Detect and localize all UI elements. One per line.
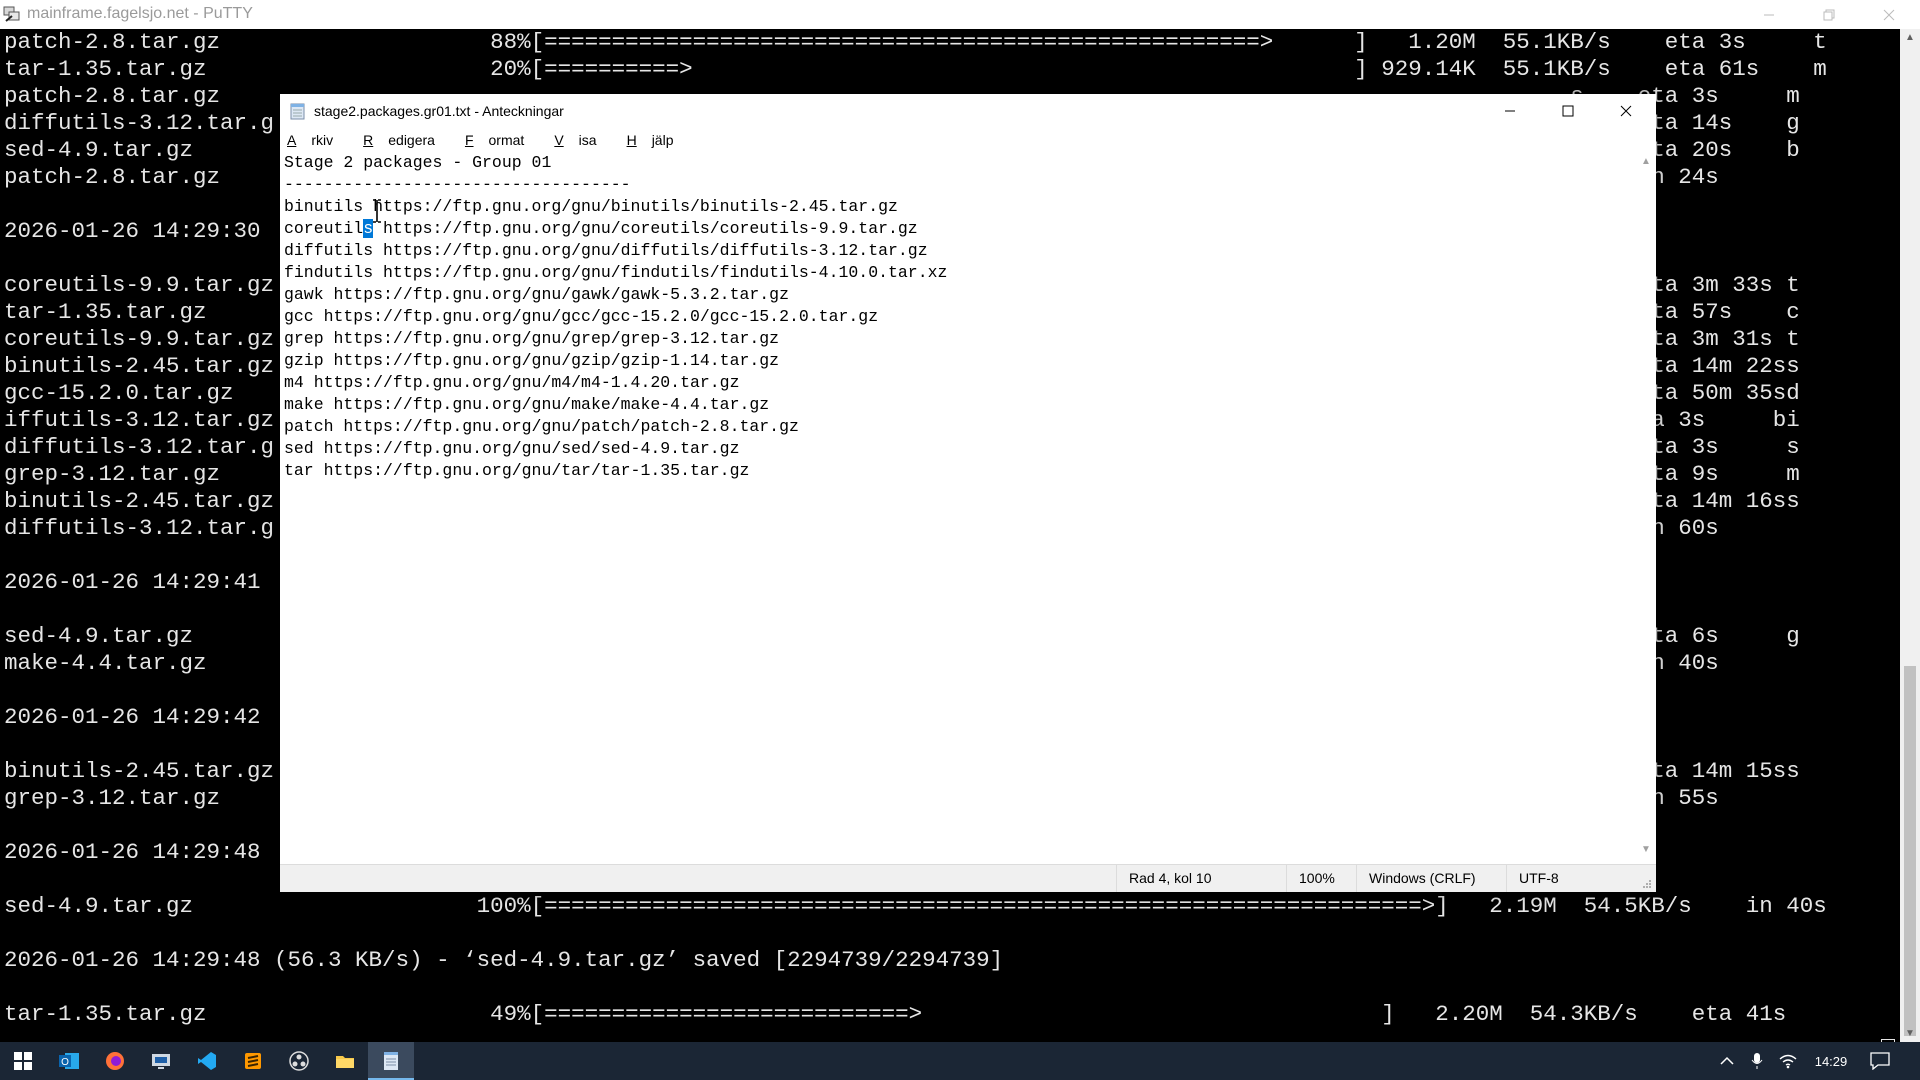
restore-icon bbox=[1823, 9, 1835, 20]
status-line-ending: Windows (CRLF) bbox=[1356, 865, 1506, 892]
text-before-selection: coreutil bbox=[284, 219, 364, 238]
scroll-up-icon[interactable]: ▲ bbox=[1900, 29, 1920, 46]
scrollbar-thumb[interactable] bbox=[1904, 666, 1916, 1036]
microphone-icon bbox=[1751, 1053, 1763, 1069]
text-line: grep https://ftp.gnu.org/gnu/grep/grep-3… bbox=[284, 329, 780, 348]
outlook-icon: O bbox=[59, 1053, 79, 1069]
wifi-icon bbox=[1779, 1054, 1797, 1069]
terminal-line: 2026-01-26 14:29:48 (56.3 KB/s) - ‘sed-4… bbox=[4, 947, 1004, 973]
minimize-icon bbox=[1764, 14, 1774, 15]
file-explorer-icon bbox=[336, 1056, 354, 1068]
terminal-line: tar-1.35.tar.gz 49%[====================… bbox=[4, 1001, 1787, 1027]
text-line: sed https://ftp.gnu.org/gnu/sed/sed-4.9.… bbox=[284, 439, 740, 458]
text-line: findutils https://ftp.gnu.org/gnu/findut… bbox=[284, 263, 948, 282]
text-line: gcc https://ftp.gnu.org/gnu/gcc/gcc-15.2… bbox=[284, 307, 879, 326]
sublime-icon bbox=[245, 1053, 261, 1069]
notepad-titlebar: stage2.packages.gr01.txt - Anteckningar bbox=[280, 94, 1656, 128]
firefox-icon bbox=[106, 1052, 124, 1070]
svg-text:O: O bbox=[61, 1057, 69, 1068]
menu-redigera[interactable]: Redigera bbox=[361, 132, 449, 148]
terminal-line: tar-1.35.tar.gz 20%[==========> ] 929.14… bbox=[4, 56, 1827, 82]
tray-network[interactable] bbox=[1775, 1042, 1801, 1080]
tray-notifications[interactable] bbox=[1860, 1042, 1900, 1080]
taskbar-firefox[interactable] bbox=[92, 1042, 138, 1080]
tray-microphone[interactable] bbox=[1745, 1042, 1769, 1080]
text-line: m4 https://ftp.gnu.org/gnu/m4/m4-1.4.20.… bbox=[284, 373, 740, 392]
notepad-text-area[interactable]: Stage 2 packages - Group 01 -------------… bbox=[280, 152, 1636, 858]
putty-window-title: mainframe.fagelsjo.net - PuTTY bbox=[27, 5, 253, 22]
text-cursor-icon bbox=[373, 199, 381, 223]
terminal-line: sed-4.9.tar.gz 100%[====================… bbox=[4, 893, 1827, 919]
close-icon bbox=[1883, 9, 1895, 20]
text-after-selection: https://ftp.gnu.org/gnu/coreutils/coreut… bbox=[373, 219, 918, 238]
taskbar-obs[interactable] bbox=[276, 1042, 322, 1080]
text-line: patch https://ftp.gnu.org/gnu/patch/patc… bbox=[284, 417, 799, 436]
text-line: tar https://ftp.gnu.org/gnu/tar/tar-1.35… bbox=[284, 461, 750, 480]
text-line: gzip https://ftp.gnu.org/gnu/gzip/gzip-1… bbox=[284, 351, 780, 370]
obs-icon bbox=[289, 1051, 309, 1071]
scroll-down-icon[interactable]: ▼ bbox=[1636, 840, 1656, 858]
status-encoding: UTF-8 bbox=[1506, 865, 1636, 892]
taskbar-notepad[interactable] bbox=[368, 1042, 414, 1080]
taskbar-sublime[interactable] bbox=[230, 1042, 276, 1080]
notepad-icon bbox=[290, 103, 305, 120]
close-icon bbox=[1620, 105, 1632, 117]
menu-visa[interactable]: Visa bbox=[552, 132, 610, 148]
text-line: make https://ftp.gnu.org/gnu/make/make-4… bbox=[284, 395, 770, 414]
notepad-menubar: Arkiv Redigera Format Visa Hjälp bbox=[280, 128, 1656, 152]
notepad-window-title: stage2.packages.gr01.txt - Anteckningar bbox=[314, 103, 564, 119]
minimize-icon bbox=[1505, 110, 1515, 112]
text-line: diffutils https://ftp.gnu.org/gnu/diffut… bbox=[284, 241, 928, 260]
start-icon bbox=[14, 1052, 32, 1070]
notepad-minimize-button[interactable] bbox=[1481, 94, 1539, 128]
notepad-window: stage2.packages.gr01.txt - Anteckningar … bbox=[280, 94, 1656, 892]
taskbar-outlook[interactable]: O bbox=[46, 1042, 92, 1080]
menu-hjalp[interactable]: Hjälp bbox=[625, 132, 688, 148]
menu-format[interactable]: Format bbox=[463, 132, 538, 148]
resize-grip-icon[interactable] bbox=[1642, 879, 1652, 889]
terminal-line: patch-2.8.tar.gz 88%[===================… bbox=[4, 29, 1827, 55]
putty-titlebar: mainframe.fagelsjo.net - PuTTY bbox=[0, 0, 1920, 29]
taskbar-file-explorer[interactable] bbox=[322, 1042, 368, 1080]
status-cursor-position: Rad 4, kol 10 bbox=[1116, 865, 1286, 892]
notepad-icon bbox=[384, 1052, 398, 1070]
scroll-down-icon[interactable]: ▼ bbox=[1900, 1025, 1920, 1042]
text-line: gawk https://ftp.gnu.org/gnu/gawk/gawk-5… bbox=[284, 285, 789, 304]
rdp-icon bbox=[152, 1054, 170, 1069]
terminal-line: 2026-01-26 14:29:48 bbox=[4, 839, 261, 865]
status-zoom: 100% bbox=[1286, 865, 1356, 892]
putty-icon bbox=[3, 6, 20, 22]
chevron-up-icon bbox=[1720, 1056, 1734, 1065]
terminal-line: 2026-01-26 14:29:30 bbox=[4, 218, 261, 244]
vscode-icon bbox=[198, 1052, 216, 1070]
windows-taskbar: O 14:29 bbox=[0, 1042, 1920, 1080]
menu-arkiv[interactable]: Arkiv bbox=[285, 132, 347, 148]
taskbar-vscode[interactable] bbox=[184, 1042, 230, 1080]
notification-icon bbox=[1870, 1052, 1890, 1070]
scroll-up-icon[interactable]: ▲ bbox=[1636, 152, 1656, 170]
tray-show-hidden-icons[interactable] bbox=[1715, 1042, 1739, 1080]
start-button[interactable] bbox=[0, 1042, 46, 1080]
taskbar-remote-desktop[interactable] bbox=[138, 1042, 184, 1080]
notepad-maximize-button[interactable] bbox=[1539, 94, 1597, 128]
putty-close-button[interactable] bbox=[1866, 0, 1912, 29]
text-line: Stage 2 packages - Group 01 bbox=[284, 153, 552, 172]
putty-restore-button[interactable] bbox=[1806, 0, 1852, 29]
notepad-scrollbar[interactable]: ▲ ▼ bbox=[1636, 152, 1656, 858]
terminal-line: 2026-01-26 14:29:41 bbox=[4, 569, 261, 595]
tray-clock[interactable]: 14:29 bbox=[1806, 1042, 1856, 1080]
text-line: ----------------------------------- bbox=[284, 175, 631, 194]
notepad-close-button[interactable] bbox=[1597, 94, 1655, 128]
putty-minimize-button[interactable] bbox=[1746, 0, 1792, 29]
putty-scrollbar[interactable]: ▲ ▼ bbox=[1900, 29, 1920, 1042]
terminal-line: 2026-01-26 14:29:42 bbox=[4, 704, 261, 730]
notepad-statusbar: Rad 4, kol 10 100% Windows (CRLF) UTF-8 bbox=[280, 864, 1656, 892]
maximize-icon bbox=[1562, 105, 1574, 117]
